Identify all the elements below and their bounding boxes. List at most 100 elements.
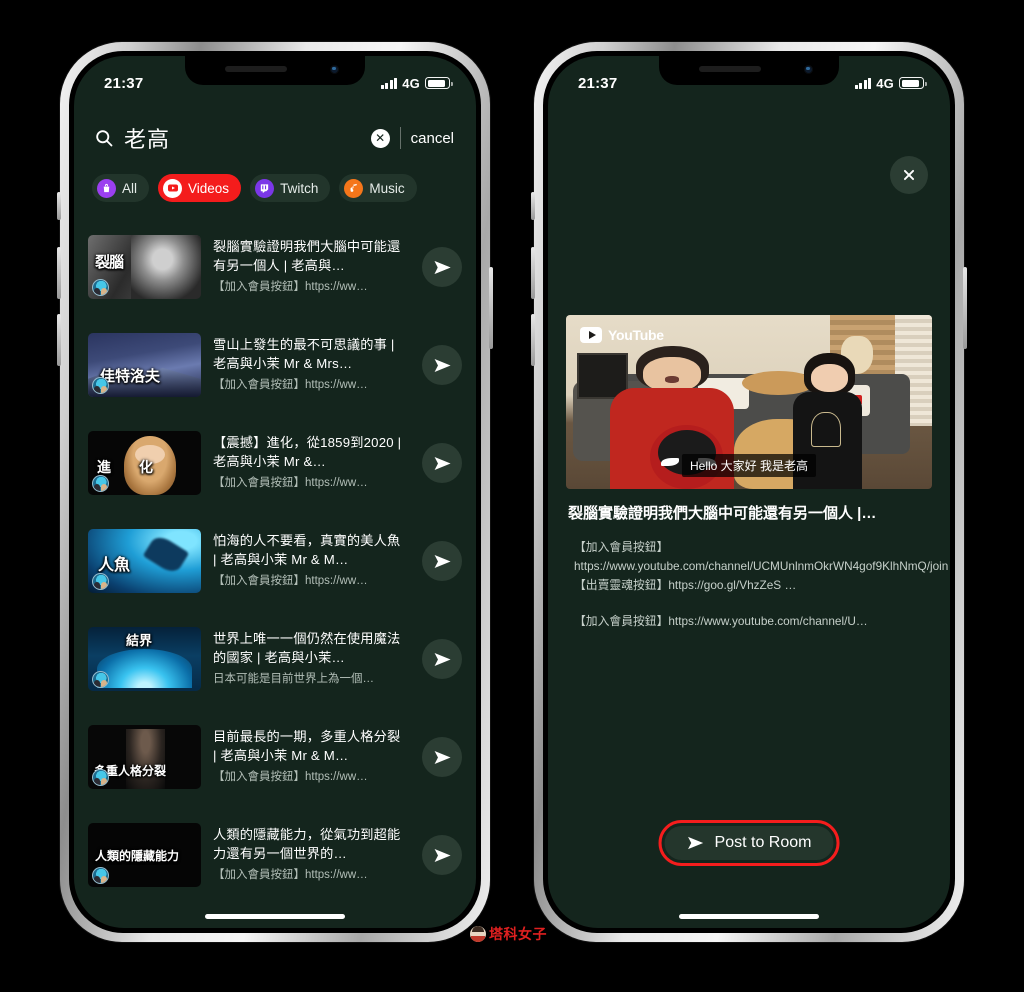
youtube-play-icon — [580, 327, 602, 343]
phone-device-left: 21:37 4G 老高 ✕ cancel All Videos Twitch M… — [57, 42, 493, 942]
thumbnail-label: 人魚 — [98, 555, 131, 574]
status-indicators: 4G — [380, 75, 453, 91]
result-subtitle: 【加入會員按鈕】https://ww… — [213, 770, 368, 783]
mute-switch[interactable] — [531, 192, 535, 220]
filter-chip-all-label: All — [122, 180, 138, 196]
send-icon — [688, 836, 704, 850]
thumbnail-label: 人類的隱藏能力 — [95, 849, 180, 863]
video-player[interactable]: YouTube Hello 大家好 我是老高 — [566, 315, 932, 489]
list-item[interactable]: 多重人格分裂 目前最長的一期，多重人格分裂 | 老高與小茉 Mr & M… 【加… — [88, 708, 462, 806]
send-button[interactable] — [422, 737, 462, 777]
filter-chip-music-label: Music — [369, 180, 405, 196]
send-icon — [434, 456, 451, 470]
list-item[interactable]: 裂腦 裂腦實驗證明我們大腦中可能還有另一個人 | 老高與… 【加入會員按鈕】ht… — [88, 218, 462, 316]
send-button[interactable] — [422, 345, 462, 385]
post-to-room-button[interactable]: Post to Room — [664, 826, 834, 860]
result-meta: 目前最長的一期，多重人格分裂 | 老高與小茉 Mr & M… 【加入會員按鈕】h… — [213, 728, 410, 786]
result-subtitle: 【加入會員按鈕】https://ww… — [213, 476, 368, 489]
screen-left: 21:37 4G 老高 ✕ cancel All Videos Twitch M… — [74, 56, 476, 928]
filter-chip-music[interactable]: Music — [339, 174, 417, 202]
list-item[interactable]: 結界 世界上唯一一個仍然在使用魔法的國家 | 老高與小茉… 日本可能是目前世界上… — [88, 610, 462, 708]
thumbnail-label: 進 化 — [97, 460, 153, 476]
video-thumbnail[interactable]: 進 化 — [88, 431, 201, 495]
result-title: 目前最長的一期，多重人格分裂 | 老高與小茉 Mr & M… — [213, 729, 401, 763]
all-icon — [97, 178, 116, 198]
video-thumbnail[interactable]: 佳特洛夫 — [88, 333, 201, 397]
list-item[interactable]: 佳特洛夫 雪山上發生的最不可思議的事 | 老高與小茉 Mr & Mrs… 【加入… — [88, 316, 462, 414]
list-item[interactable]: 進 化 【震撼】進化，從1859到2020 | 老高與小茉 Mr &… 【加入會… — [88, 414, 462, 512]
video-description-secondary: 【加入會員按鈕】https://www.youtube.com/channel/… — [574, 614, 868, 628]
result-title: 怕海的人不要看，真實的美人魚 | 老高與小茉 Mr & M… — [213, 533, 401, 567]
channel-avatar — [92, 671, 109, 688]
video-title: 裂腦實驗證明我們大腦中可能還有另一個人 |… — [568, 505, 877, 522]
result-meta: 【震撼】進化，從1859到2020 | 老高與小茉 Mr &… 【加入會員按鈕】… — [213, 434, 410, 492]
list-item[interactable]: 人魚 怕海的人不要看，真實的美人魚 | 老高與小茉 Mr & M… 【加入會員按… — [88, 512, 462, 610]
send-button[interactable] — [422, 443, 462, 483]
filter-chip-row: All Videos Twitch Music — [74, 174, 476, 202]
filter-chip-all[interactable]: All — [92, 174, 150, 202]
result-meta: 世界上唯一一個仍然在使用魔法的國家 | 老高與小茉… 日本可能是目前世界上為一個… — [213, 630, 410, 688]
filter-chip-videos[interactable]: Videos — [158, 174, 242, 202]
volume-down-button[interactable] — [57, 314, 61, 366]
search-input[interactable]: 老高 — [124, 122, 361, 154]
front-camera-icon — [804, 65, 813, 74]
search-bar[interactable]: 老高 ✕ cancel — [74, 114, 476, 162]
video-thumbnail[interactable]: 裂腦 — [88, 235, 201, 299]
send-icon — [434, 260, 451, 274]
send-icon — [434, 848, 451, 862]
video-description: 【加入會員按鈕】https://www.youtube.com/channel/… — [574, 540, 949, 593]
avatar-icon — [470, 926, 486, 942]
channel-avatar — [92, 769, 109, 786]
screen-right: 21:37 4G YouTube Hello 大家好 我是老高 裂腦實驗證明我們… — [548, 56, 950, 928]
volume-up-button[interactable] — [531, 247, 535, 299]
status-indicators: 4G — [854, 75, 927, 91]
youtube-brand-label: YouTube — [608, 327, 664, 343]
volume-up-button[interactable] — [57, 247, 61, 299]
channel-avatar — [92, 867, 109, 884]
send-icon — [434, 554, 451, 568]
send-button[interactable] — [422, 541, 462, 581]
power-button[interactable] — [963, 267, 967, 349]
notch — [185, 56, 365, 85]
video-thumbnail[interactable]: 多重人格分裂 — [88, 725, 201, 789]
mute-switch[interactable] — [57, 192, 61, 220]
volume-down-button[interactable] — [531, 314, 535, 366]
video-thumbnail[interactable]: 人類的隱藏能力 — [88, 823, 201, 887]
filter-chip-twitch-label: Twitch — [280, 180, 319, 196]
send-button[interactable] — [422, 639, 462, 679]
watermark: 塔科女子 — [470, 924, 547, 944]
front-camera-icon — [330, 65, 339, 74]
send-button[interactable] — [422, 247, 462, 287]
search-results-list[interactable]: 裂腦 裂腦實驗證明我們大腦中可能還有另一個人 | 老高與… 【加入會員按鈕】ht… — [74, 218, 476, 928]
result-meta: 裂腦實驗證明我們大腦中可能還有另一個人 | 老高與… 【加入會員按鈕】https… — [213, 238, 410, 296]
send-icon — [434, 750, 451, 764]
filter-chip-twitch[interactable]: Twitch — [250, 174, 331, 202]
channel-avatar — [92, 573, 109, 590]
send-button[interactable] — [422, 835, 462, 875]
result-meta: 怕海的人不要看，真實的美人魚 | 老高與小茉 Mr & M… 【加入會員按鈕】h… — [213, 532, 410, 590]
result-meta: 雪山上發生的最不可思議的事 | 老高與小茉 Mr & Mrs… 【加入會員按鈕】… — [213, 336, 410, 394]
thumbnail-label: 裂腦 — [95, 253, 124, 271]
battery-icon — [899, 77, 927, 89]
home-indicator[interactable] — [679, 914, 819, 919]
signal-bars-icon — [380, 77, 398, 89]
result-subtitle: 日本可能是目前世界上為一個… — [213, 672, 374, 685]
cancel-button[interactable]: cancel — [411, 130, 454, 147]
thumbnail-label: 結界 — [126, 634, 153, 649]
clear-search-icon[interactable]: ✕ — [370, 128, 390, 148]
network-type-label: 4G — [402, 75, 420, 91]
list-item[interactable]: 人類的隱藏能力 人類的隱藏能力，從氣功到超能力還有另一個世界的… 【加入會員按鈕… — [88, 806, 462, 904]
post-to-room-highlight: Post to Room — [658, 820, 840, 866]
status-time: 21:37 — [104, 74, 144, 92]
result-subtitle: 【加入會員按鈕】https://ww… — [213, 574, 368, 587]
result-title: 人類的隱藏能力，從氣功到超能力還有另一個世界的… — [213, 827, 401, 861]
home-indicator[interactable] — [205, 914, 345, 919]
video-thumbnail[interactable]: 人魚 — [88, 529, 201, 593]
network-type-label: 4G — [876, 75, 894, 91]
power-button[interactable] — [489, 267, 493, 349]
notch — [659, 56, 839, 85]
filter-chip-videos-label: Videos — [188, 180, 230, 196]
send-icon — [434, 652, 451, 666]
close-button[interactable] — [890, 156, 928, 194]
video-thumbnail[interactable]: 結界 — [88, 627, 201, 691]
